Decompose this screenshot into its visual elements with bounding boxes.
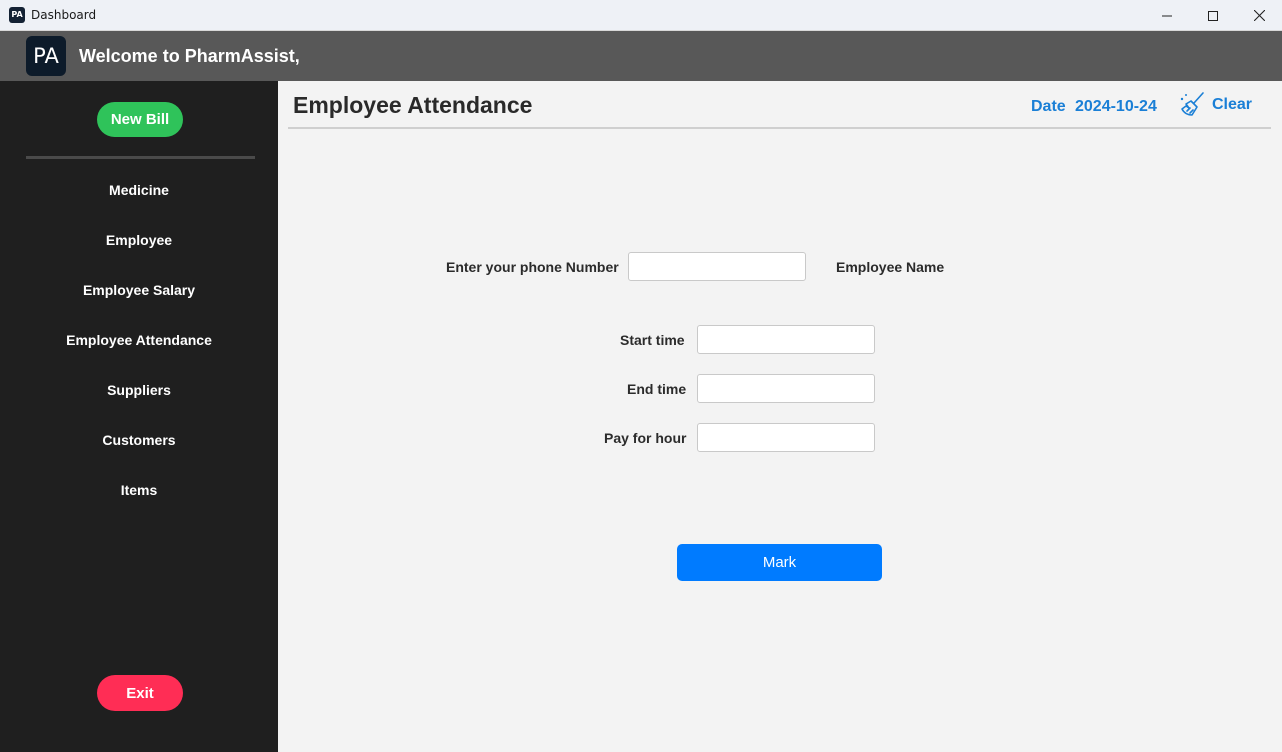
close-icon bbox=[1253, 10, 1265, 21]
pay-for-hour-input[interactable] bbox=[697, 423, 875, 452]
new-bill-button[interactable]: New Bill bbox=[97, 102, 183, 137]
close-button[interactable] bbox=[1236, 0, 1282, 31]
mark-button[interactable]: Mark bbox=[677, 544, 882, 581]
app-header: PA Welcome to PharmAssist, bbox=[0, 31, 1282, 81]
sidebar-item-employee[interactable]: Employee bbox=[0, 228, 278, 252]
employee-name-label: Employee Name bbox=[836, 259, 945, 275]
minimize-icon bbox=[1162, 15, 1172, 16]
phone-number-input[interactable] bbox=[628, 252, 806, 281]
sidebar-item-employee-attendance[interactable]: Employee Attendance bbox=[0, 328, 278, 352]
maximize-button[interactable] bbox=[1190, 0, 1236, 31]
window-title: Dashboard bbox=[31, 8, 97, 22]
broom-icon bbox=[1180, 92, 1204, 116]
date-value: 2024-10-24 bbox=[1075, 98, 1157, 115]
main-panel: Employee Attendance Date 2024-10-24 Clea… bbox=[278, 81, 1282, 752]
app-logo: PA bbox=[26, 36, 66, 76]
date-label: Date bbox=[1031, 98, 1066, 115]
pay-for-hour-label: Pay for hour bbox=[604, 430, 687, 446]
sidebar-item-items[interactable]: Items bbox=[0, 478, 278, 502]
end-time-input[interactable] bbox=[697, 374, 875, 403]
app-icon: PA bbox=[9, 7, 25, 23]
sidebar-item-customers[interactable]: Customers bbox=[0, 428, 278, 452]
window-titlebar: PA Dashboard bbox=[0, 0, 1282, 31]
sidebar-item-suppliers[interactable]: Suppliers bbox=[0, 378, 278, 402]
end-time-label: End time bbox=[627, 381, 687, 397]
sidebar-divider bbox=[26, 156, 255, 159]
exit-button[interactable]: Exit bbox=[97, 675, 183, 711]
sidebar-item-medicine[interactable]: Medicine bbox=[0, 178, 278, 202]
start-time-label: Start time bbox=[620, 332, 685, 348]
clear-button[interactable]: Clear bbox=[1180, 89, 1262, 121]
phone-number-label: Enter your phone Number bbox=[446, 259, 619, 275]
sidebar: New Bill Medicine Employee Employee Sala… bbox=[0, 81, 278, 752]
welcome-text: Welcome to PharmAssist, bbox=[79, 46, 300, 66]
minimize-button[interactable] bbox=[1144, 0, 1190, 31]
start-time-input[interactable] bbox=[697, 325, 875, 354]
sidebar-item-employee-salary[interactable]: Employee Salary bbox=[0, 278, 278, 302]
maximize-icon bbox=[1208, 10, 1218, 21]
header-divider bbox=[288, 127, 1271, 129]
page-title: Employee Attendance bbox=[293, 92, 533, 118]
clear-label: Clear bbox=[1212, 96, 1253, 113]
